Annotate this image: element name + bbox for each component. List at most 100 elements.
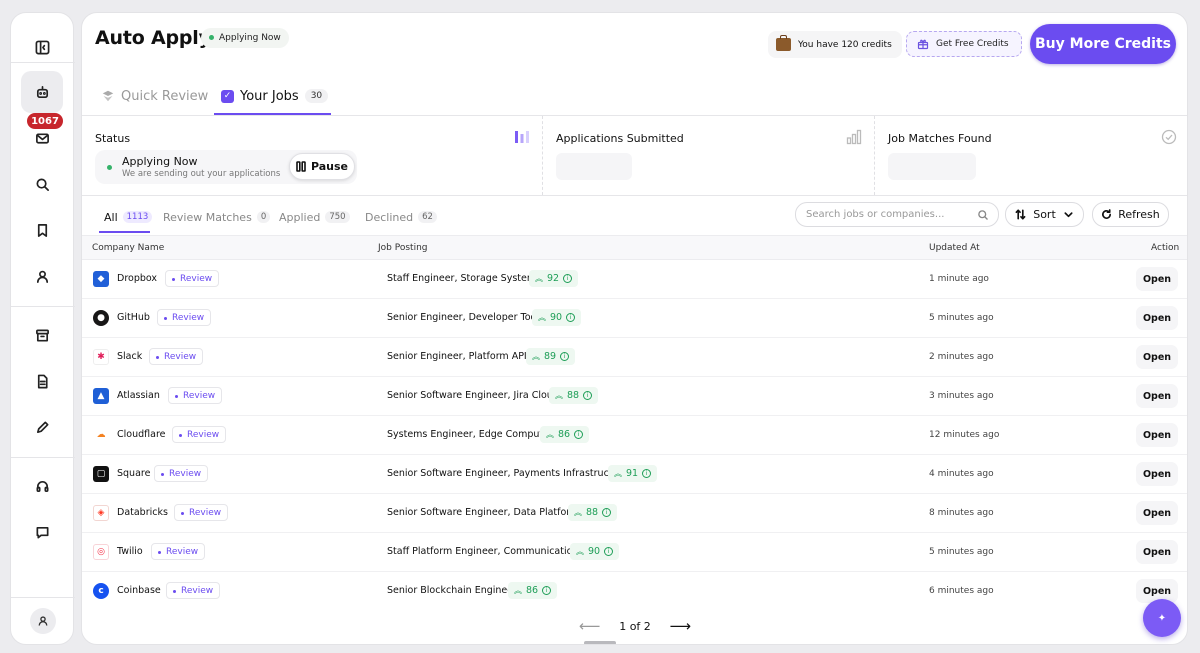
chevrons-up-icon: ︽ — [538, 313, 546, 322]
table-row[interactable]: c Coinbase Review Senior Blockchain Engi… — [82, 572, 1187, 603]
filter-label: Review Matches — [163, 210, 252, 224]
loading-skeleton — [556, 153, 632, 180]
get-free-credits-button[interactable]: Get Free Credits — [906, 31, 1022, 57]
filter-tab-all[interactable]: All 1113 — [104, 207, 153, 227]
chevrons-up-icon: ︽ — [535, 274, 543, 283]
review-badge[interactable]: Review — [174, 504, 229, 521]
tab-your-jobs[interactable]: ✓ Your Jobs 30 — [221, 81, 329, 111]
open-button[interactable]: Open — [1136, 423, 1178, 447]
open-button[interactable]: Open — [1136, 306, 1178, 330]
databricks-logo-icon: ◈ — [93, 505, 109, 521]
filter-tab-review-matches[interactable]: Review Matches 0 — [163, 207, 271, 227]
info-icon[interactable]: i — [542, 586, 552, 595]
user-avatar[interactable] — [30, 608, 56, 634]
sidebar-item-search[interactable] — [21, 163, 63, 205]
filter-tab-declined[interactable]: Declined 62 — [365, 207, 437, 227]
applications-submitted-card: Applications Submitted — [543, 116, 875, 195]
open-button[interactable]: Open — [1136, 501, 1178, 525]
table-row[interactable]: ◆ Dropbox Review Staff Engineer, Storage… — [82, 260, 1187, 299]
review-badge[interactable]: Review — [168, 387, 223, 404]
info-icon[interactable]: i — [566, 313, 576, 322]
table-row[interactable]: ✱ Slack Review Senior Engineer, Platform… — [82, 338, 1187, 377]
company-name: Square — [117, 468, 151, 479]
review-badge[interactable]: Review — [149, 348, 204, 365]
next-page-arrow-icon[interactable]: ⟶ — [669, 617, 691, 635]
search-input[interactable] — [806, 209, 966, 220]
company-name: Slack — [117, 351, 143, 362]
sidebar-item-documents[interactable] — [21, 360, 63, 402]
review-badge[interactable]: Review — [151, 543, 206, 560]
open-button[interactable]: Open — [1136, 384, 1178, 408]
sidebar-item-archive[interactable] — [21, 314, 63, 356]
review-badge[interactable]: Review — [172, 426, 227, 443]
info-icon[interactable]: i — [563, 274, 573, 283]
column-header-updated[interactable]: Updated At — [929, 243, 980, 253]
table-row[interactable]: ☁ Cloudflare Review Systems Engineer, Ed… — [82, 416, 1187, 455]
table-row[interactable]: ● GitHub Review Senior Engineer, Develop… — [82, 299, 1187, 338]
loading-skeleton — [888, 153, 976, 180]
info-icon[interactable]: i — [560, 352, 570, 361]
tab-quick-review[interactable]: Quick Review — [101, 81, 208, 111]
job-title: Staff Platform Engineer, Communications — [387, 546, 584, 557]
refresh-button[interactable]: Refresh — [1092, 202, 1169, 227]
match-score: ︽ 88 i — [549, 387, 599, 404]
previous-page-arrow-icon[interactable]: ⟵ — [579, 617, 601, 635]
filter-tab-applied[interactable]: Applied 750 — [279, 207, 350, 227]
sparkle-fab-button[interactable]: ✦ — [1143, 599, 1181, 637]
sidebar-item-saved[interactable] — [21, 209, 63, 251]
chevrons-up-icon: ︽ — [546, 430, 554, 439]
updated-at: 4 minutes ago — [929, 469, 994, 479]
document-icon — [37, 374, 48, 388]
tab-count: 30 — [304, 89, 329, 103]
open-button[interactable]: Open — [1136, 267, 1178, 291]
sidebar-item-edit[interactable] — [21, 406, 63, 448]
sort-button[interactable]: Sort — [1005, 202, 1084, 227]
review-badge[interactable]: Review — [157, 309, 212, 326]
review-badge[interactable]: Review — [165, 270, 220, 287]
chevrons-up-icon: ︽ — [532, 352, 540, 361]
match-score: ︽ 86 i — [540, 426, 590, 443]
table-row[interactable]: ▲ Atlassian Review Senior Software Engin… — [82, 377, 1187, 416]
pause-button[interactable]: Pause — [289, 153, 355, 180]
sidebar-item-messages[interactable] — [21, 511, 63, 553]
chevrons-up-icon: ︽ — [574, 508, 582, 517]
table-row[interactable]: ▢ Square Review Senior Software Engineer… — [82, 455, 1187, 494]
info-icon[interactable]: i — [602, 508, 612, 517]
open-button[interactable]: Open — [1136, 540, 1178, 564]
table-row[interactable]: ◈ Databricks Review Senior Software Engi… — [82, 494, 1187, 533]
sidebar-item-profile[interactable] — [21, 255, 63, 297]
credits-text: You have 120 credits — [798, 39, 892, 50]
sparkle-icon: ✦ — [1157, 612, 1167, 624]
tab-label: Quick Review — [121, 88, 209, 104]
sidebar-item-inbox[interactable] — [21, 117, 63, 159]
open-button[interactable]: Open — [1136, 462, 1178, 486]
review-badge[interactable]: Review — [166, 582, 221, 599]
info-icon[interactable]: i — [583, 391, 593, 400]
table-row[interactable]: ◎ Twilio Review Staff Platform Engineer,… — [82, 533, 1187, 572]
status-badge: Applying Now — [201, 28, 289, 48]
updated-at: 1 minute ago — [929, 274, 989, 284]
open-button[interactable]: Open — [1136, 345, 1178, 369]
sidebar-divider — [11, 62, 75, 63]
active-filter-indicator — [99, 231, 150, 233]
check-circle-icon — [1161, 129, 1177, 145]
match-score-value: 88 — [586, 507, 599, 518]
info-icon[interactable]: i — [574, 430, 584, 439]
column-header-job[interactable]: Job Posting — [378, 243, 427, 253]
info-icon[interactable]: i — [604, 547, 614, 556]
checkbox-icon: ✓ — [221, 89, 234, 103]
filter-label: Applied — [279, 210, 321, 224]
scroll-handle[interactable] — [584, 641, 616, 644]
sidebar-item-support[interactable] — [21, 465, 63, 507]
column-header-company[interactable]: Company Name — [92, 243, 164, 253]
match-score: ︽ 88 i — [568, 504, 618, 521]
buy-more-credits-button[interactable]: Buy More Credits — [1030, 24, 1176, 64]
page-title: Auto Apply — [95, 27, 211, 49]
match-score: ︽ 89 i — [526, 348, 576, 365]
sidebar-toggle-icon — [35, 40, 49, 54]
sidebar-item-auto-apply[interactable] — [21, 71, 63, 113]
match-score: ︽ 92 i — [529, 270, 579, 287]
info-icon[interactable]: i — [642, 469, 652, 478]
main-panel: Auto Apply Applying Now You have 120 cre… — [81, 12, 1188, 645]
review-badge[interactable]: Review — [154, 465, 209, 482]
